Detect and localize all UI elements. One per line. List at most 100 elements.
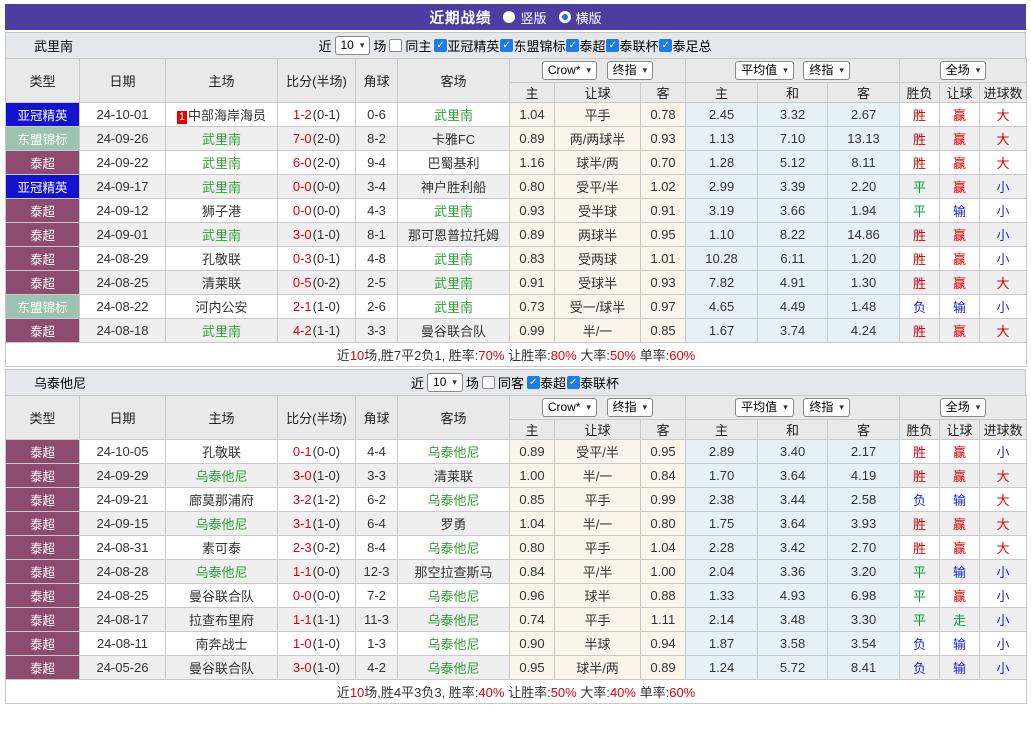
crow-away-odds: 0.97 [639,294,687,319]
result-cell: 胜 [899,439,941,464]
halftime-score: (0-0) [312,588,341,603]
goals-result-cell: 小 [979,246,1028,271]
halftime-score: (1-0) [312,227,341,242]
radio-horizontal-label: 横版 [575,10,602,26]
crow-final-select[interactable]: 终指 ▾ [606,61,654,80]
summary-segment: 单率: [635,685,670,700]
crow-away-odds: 1.00 [639,559,687,584]
goals-result-cell: 大 [979,150,1028,175]
chevron-down-icon: ▾ [452,377,457,387]
handicap-result-cell: 赢 [939,318,981,343]
crow-handicap: 受一/球半 [554,294,641,319]
radio-horizontal-icon[interactable] [558,11,571,23]
crow-handicap: 球半/两 [554,655,641,680]
bookmaker-select[interactable]: Crow* ▾ [541,61,598,80]
avg-home-odds: 1.13 [685,126,759,151]
score-cell: 2-3(0-2) [277,535,356,560]
col-type: 类型 [5,58,80,103]
avg-draw-odds: 3.44 [757,487,829,512]
league-type-badge: 泰超 [5,246,80,271]
league-checkbox[interactable] [566,376,580,389]
handicap-result-cell: 输 [939,655,981,680]
summary-segment: 10 [349,685,365,700]
result-cell: 胜 [899,222,941,247]
match-row: 泰超 24-10-05 孔敬联 0-1(0-0) 4-4 乌泰他尼 0.89 受平/半 0.95… [5,439,1028,464]
layout-vertical-option[interactable]: 竖版 [503,8,547,27]
home-team-cell: 武里南 [165,150,278,175]
col-away: 客场 [397,58,510,103]
chevron-down-icon: ▾ [839,65,844,75]
section-header: 乌泰他尼 近 10▾ 场 同客 泰超泰联杯 [5,369,1026,395]
fulltime-select[interactable]: 全场 ▾ [939,61,987,80]
league-checkbox[interactable] [659,39,673,52]
same-venue-checkbox[interactable] [481,376,495,389]
result-cell: 胜 [899,270,941,295]
avg-draw-odds: 3.64 [757,463,829,488]
handicap-result-cell: 输 [939,487,981,512]
home-team-name: 狮子港 [201,204,241,219]
avg-draw-odds: 3.64 [757,511,829,536]
average-select[interactable]: 平均值 ▾ [735,398,794,417]
col-home: 主场 [165,58,278,103]
recent-count-select[interactable]: 10 ▾ [427,373,463,392]
avg-draw-odds: 3.39 [757,174,829,199]
fulltime-select[interactable]: 全场 ▾ [939,398,987,417]
crow-home-odds: 0.89 [509,222,555,247]
league-type-badge: 泰超 [5,655,80,680]
crow-home-odds: 1.16 [509,150,555,175]
col-odds-home: 主 [509,419,555,440]
away-team-cell: 武里南 [397,294,510,319]
home-team-cell: 曼谷联合队 [165,655,278,680]
league-checkbox[interactable] [606,39,620,52]
halftime-score: (1-0) [312,660,341,675]
handicap-result-cell: 输 [939,631,981,656]
crow-final-select[interactable]: 终指 ▾ [606,398,654,417]
radio-vertical-icon[interactable] [503,11,516,23]
crow-handicap: 平/半 [554,559,641,584]
fulltime-score: 0-0 [292,203,312,218]
halftime-score: (2-0) [312,131,341,146]
away-team-cell: 巴蜀基利 [397,150,510,175]
league-checkbox[interactable] [500,39,514,52]
league-checkbox[interactable] [526,376,540,389]
recent-count-select[interactable]: 10 ▾ [334,36,371,55]
summary-segment: 场,胜4平3负3, 胜率: [364,685,479,700]
away-team-name: 罗勇 [440,517,467,532]
chevron-down-icon: ▾ [839,402,844,412]
crow-home-odds: 1.04 [509,102,555,127]
same-venue-checkbox[interactable] [389,39,403,52]
col-goals: 进球数 [979,82,1028,103]
corner-cell: 7-2 [355,583,398,608]
match-date: 24-08-29 [79,246,166,271]
avg-draw-odds: 5.12 [757,150,829,175]
col-type: 类型 [5,395,80,440]
away-team-name: 乌泰他尼 [427,661,480,676]
avg-home-odds: 1.33 [685,583,759,608]
average-final-select[interactable]: 终指 ▾ [803,61,850,80]
average-select[interactable]: 平均值 ▾ [735,61,794,80]
match-row: 泰超 24-09-29 乌泰他尼 3-0(1-0) 3-3 清莱联 1.00 半/一 0.84 1… [5,463,1028,488]
league-checkbox[interactable] [566,39,580,52]
col-odds-home: 主 [509,82,555,103]
score-cell: 0-0(0-0) [277,583,356,608]
goals-result-cell: 小 [979,222,1028,247]
col-corner: 角球 [355,58,398,103]
league-checkbox[interactable] [434,39,448,52]
score-cell: 3-1(1-0) [277,511,356,536]
bookmaker-select[interactable]: Crow* ▾ [541,398,598,417]
home-team-cell: 南奔战士 [165,631,278,656]
summary-segment: 70% [478,348,505,363]
summary-segment: 场,胜7平2负1, 胜率: [364,348,479,363]
goals-result-cell: 大 [979,126,1028,151]
radio-vertical-label: 竖版 [520,10,547,26]
match-date: 24-09-22 [79,150,166,175]
score-cell: 0-1(0-0) [277,439,356,464]
avg-draw-odds: 5.72 [757,655,829,680]
average-final-select[interactable]: 终指 ▾ [803,398,850,417]
home-team-cell: 武里南 [165,318,278,343]
crow-handicap: 受球半 [554,270,641,295]
layout-horizontal-option[interactable]: 横版 [558,8,602,27]
avg-away-odds: 2.67 [827,102,901,127]
col-avg-draw: 和 [757,82,829,103]
col-avg-home: 主 [685,82,759,103]
